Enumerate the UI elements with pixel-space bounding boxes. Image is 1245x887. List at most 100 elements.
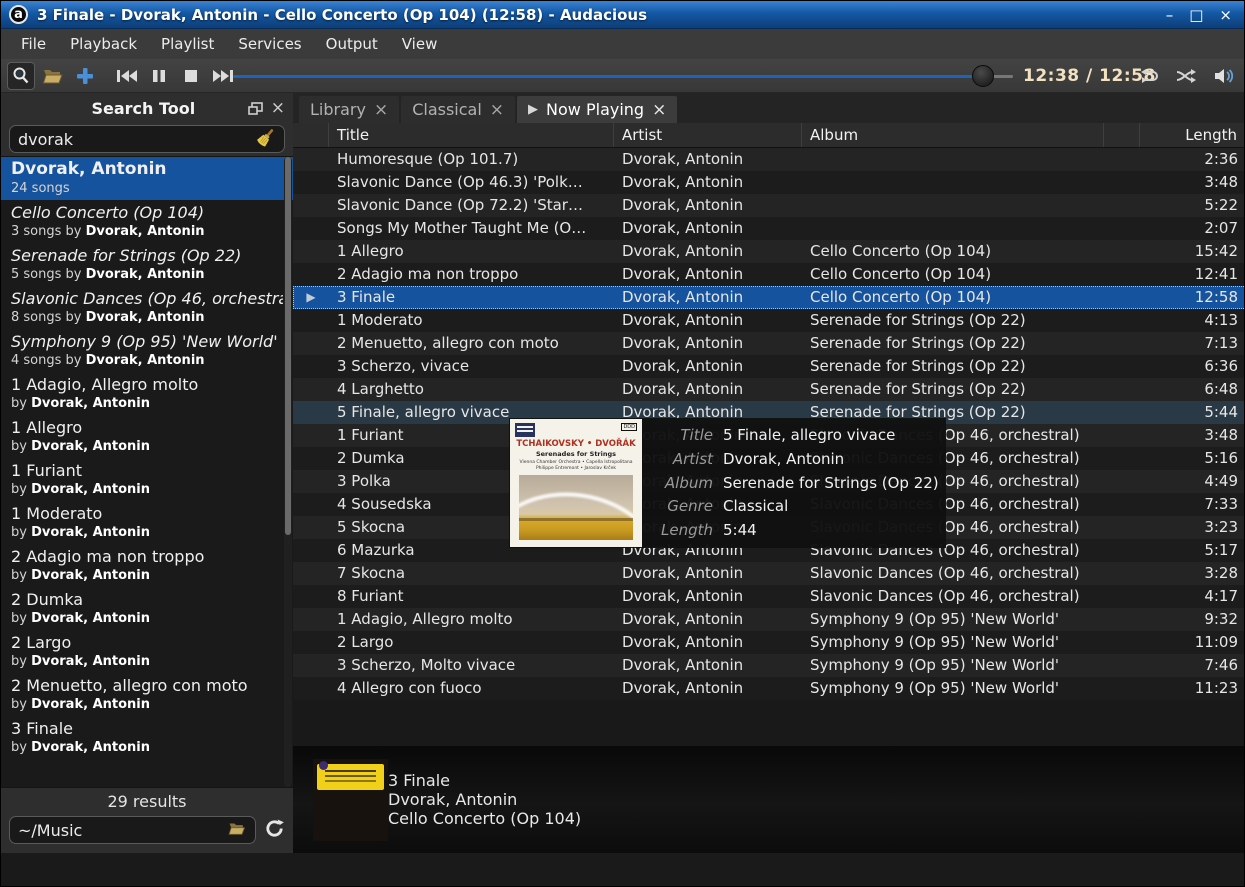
search-result-song[interactable]: 1 Furiant by Dvorak, Antonin <box>1 458 293 501</box>
row-playing-indicator <box>293 470 329 493</box>
column-header-title[interactable]: Title <box>329 123 614 147</box>
search-result-song[interactable]: 1 Moderato by Dvorak, Antonin <box>1 501 293 544</box>
row-spacer <box>1104 332 1140 355</box>
menu-playback[interactable]: Playback <box>58 31 149 57</box>
tooltip-field-value: Classical <box>713 495 788 518</box>
table-row[interactable]: Slavonic Dance (Op 46.3) 'Polk…Dvorak, A… <box>293 171 1245 194</box>
repeat-button[interactable] <box>1134 62 1162 90</box>
table-row[interactable]: 1 AllegroDvorak, AntoninCello Concerto (… <box>293 240 1245 263</box>
search-result-artist[interactable]: Dvorak, Antonin 24 songs <box>1 157 293 200</box>
column-header-length[interactable]: Length <box>1140 123 1245 147</box>
close-panel-icon[interactable]: × <box>271 102 285 115</box>
stop-button[interactable] <box>177 62 205 90</box>
table-row[interactable]: 7 SkocnaDvorak, AntoninSlavonic Dances (… <box>293 562 1245 585</box>
table-row[interactable]: 3 Scherzo, Molto vivaceDvorak, AntoninSy… <box>293 654 1245 677</box>
table-row[interactable]: Slavonic Dance (Op 72.2) 'Star…Dvorak, A… <box>293 194 1245 217</box>
tooltip-field: GenreClassical <box>647 495 939 518</box>
sidebar-scrollbar[interactable] <box>284 157 292 787</box>
row-title: Songs My Mother Taught Me (O… <box>329 217 614 240</box>
row-playing-indicator <box>293 608 329 631</box>
table-row[interactable]: 2 Adagio ma non troppoDvorak, AntoninCel… <box>293 263 1245 286</box>
table-row[interactable]: ▶3 FinaleDvorak, AntoninCello Concerto (… <box>293 286 1245 309</box>
menu-file[interactable]: File <box>9 31 58 57</box>
library-path-field[interactable] <box>18 821 227 840</box>
table-row[interactable]: Songs My Mother Taught Me (O…Dvorak, Ant… <box>293 217 1245 240</box>
table-row[interactable]: 2 Menuetto, allegro con motoDvorak, Anto… <box>293 332 1245 355</box>
tab-now-playing[interactable]: ▶Now Playing× <box>517 96 677 123</box>
clear-search-icon[interactable] <box>256 127 276 151</box>
column-header-spacer[interactable] <box>293 123 329 147</box>
tooltip-field-value: Serenade for Strings (Op 22) <box>713 472 939 495</box>
search-input-field[interactable] <box>18 130 256 149</box>
table-row[interactable]: 2 LargoDvorak, AntoninSymphony 9 (Op 95)… <box>293 631 1245 654</box>
row-artist: Dvorak, Antonin <box>614 585 802 608</box>
volume-button[interactable] <box>1210 62 1238 90</box>
pause-button[interactable] <box>145 62 173 90</box>
menu-view[interactable]: View <box>390 31 450 57</box>
tab-library[interactable]: Library× <box>299 96 399 123</box>
results-count: 29 results <box>1 788 293 816</box>
maximize-button[interactable]: □ <box>1189 5 1203 25</box>
row-artist: Dvorak, Antonin <box>614 286 802 309</box>
previous-button[interactable] <box>113 62 141 90</box>
row-album: Cello Concerto (Op 104) <box>802 263 1104 286</box>
shuffle-button[interactable] <box>1172 62 1200 90</box>
column-header-artist[interactable]: Artist <box>614 123 802 147</box>
tab-close-icon[interactable]: × <box>490 103 504 117</box>
result-subtitle: by Dvorak, Antonin <box>11 395 283 412</box>
seek-handle[interactable] <box>972 65 994 87</box>
choose-folder-icon[interactable] <box>227 821 247 840</box>
search-result-song[interactable]: 2 Menuetto, allegro con moto by Dvorak, … <box>1 673 293 716</box>
result-subtitle: 3 songs by Dvorak, Antonin <box>11 223 283 240</box>
table-row[interactable]: 4 LarghettoDvorak, AntoninSerenade for S… <box>293 378 1245 401</box>
sidebar-scrollbar-thumb[interactable] <box>285 157 291 535</box>
tab-classical[interactable]: Classical× <box>401 96 515 123</box>
seek-slider[interactable] <box>233 59 1013 93</box>
table-row[interactable]: 1 Adagio, Allegro moltoDvorak, AntoninSy… <box>293 608 1245 631</box>
search-result-song[interactable]: 2 Largo by Dvorak, Antonin <box>1 630 293 673</box>
audacious-logo-icon: a <box>9 5 28 24</box>
tab-close-icon[interactable]: × <box>652 103 666 117</box>
row-artist: Dvorak, Antonin <box>614 171 802 194</box>
menu-services[interactable]: Services <box>226 31 313 57</box>
column-header-spacer[interactable] <box>1104 123 1140 147</box>
search-result-song[interactable]: 2 Adagio ma non troppo by Dvorak, Antoni… <box>1 544 293 587</box>
undock-panel-icon[interactable] <box>248 102 263 115</box>
titlebar[interactable]: a 3 Finale - Dvorak, Antonin - Cello Con… <box>1 1 1244 29</box>
column-header-album[interactable]: Album <box>802 123 1104 147</box>
seek-track[interactable] <box>233 75 1013 78</box>
search-result-song[interactable]: 3 Finale by Dvorak, Antonin <box>1 716 293 759</box>
result-title: 1 Moderato <box>11 503 283 524</box>
close-button[interactable]: × <box>1219 5 1232 25</box>
tab-close-icon[interactable]: × <box>374 103 388 117</box>
open-files-button[interactable] <box>39 62 67 90</box>
menu-playlist[interactable]: Playlist <box>149 31 226 57</box>
search-result-album[interactable]: Slavonic Dances (Op 46, orchestra 8 song… <box>1 286 293 329</box>
table-row[interactable]: Humoresque (Op 101.7)Dvorak, Antonin2:36 <box>293 148 1245 171</box>
search-input[interactable] <box>9 125 285 153</box>
search-tool-button[interactable] <box>7 62 35 90</box>
tab-playing-icon: ▶ <box>528 102 538 117</box>
row-length: 5:17 <box>1140 539 1245 562</box>
table-row[interactable]: 8 FuriantDvorak, AntoninSlavonic Dances … <box>293 585 1245 608</box>
search-result-song[interactable]: 1 Allegro by Dvorak, Antonin <box>1 415 293 458</box>
add-files-button[interactable] <box>71 62 99 90</box>
search-result-album[interactable]: Serenade for Strings (Op 22) 5 songs by … <box>1 243 293 286</box>
search-result-album[interactable]: Cello Concerto (Op 104) 3 songs by Dvora… <box>1 200 293 243</box>
row-artist: Dvorak, Antonin <box>614 654 802 677</box>
row-spacer <box>1104 631 1140 654</box>
library-path-input[interactable] <box>9 816 256 844</box>
search-result-song[interactable]: 1 Adagio, Allegro molto by Dvorak, Anton… <box>1 372 293 415</box>
table-row[interactable]: 1 ModeratoDvorak, AntoninSerenade for St… <box>293 309 1245 332</box>
minimize-button[interactable]: – <box>1166 5 1174 25</box>
menu-output[interactable]: Output <box>314 31 390 57</box>
search-result-song[interactable]: 2 Dumka by Dvorak, Antonin <box>1 587 293 630</box>
refresh-library-icon[interactable] <box>264 818 285 843</box>
search-result-album[interactable]: Symphony 9 (Op 95) 'New World' 4 songs b… <box>1 329 293 372</box>
table-row[interactable]: 4 Allegro con fuocoDvorak, AntoninSympho… <box>293 677 1245 700</box>
result-title: Symphony 9 (Op 95) 'New World' <box>11 331 283 352</box>
row-spacer <box>1104 447 1140 470</box>
row-length: 7:46 <box>1140 654 1245 677</box>
table-row[interactable]: 3 Scherzo, vivaceDvorak, AntoninSerenade… <box>293 355 1245 378</box>
row-spacer <box>1104 562 1140 585</box>
